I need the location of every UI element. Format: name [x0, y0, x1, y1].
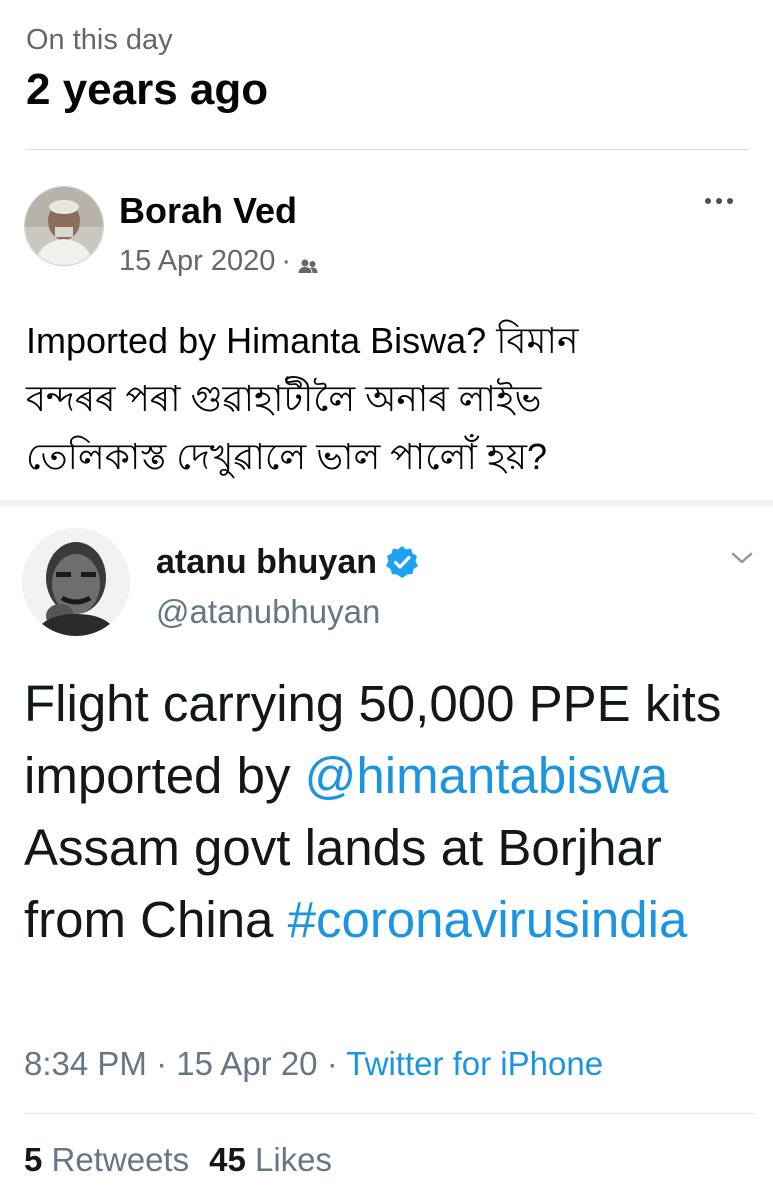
tweet-avatar[interactable]	[22, 528, 130, 636]
embed-divider	[0, 500, 773, 506]
memory-label: On this day	[26, 24, 173, 56]
post-text-line: তেলিকাস্ত দেখুৱালে ভাল পালোঁ হয়?	[26, 436, 548, 477]
meta-separator: ·	[326, 1045, 338, 1082]
retweets-count[interactable]: 5	[24, 1141, 42, 1178]
tweet-author-name[interactable]: atanu bhuyan	[156, 542, 419, 582]
hashtag-link[interactable]: #coronavirusindia	[288, 891, 688, 948]
post-header: Borah Ved 15 Apr 2020 ·	[24, 186, 749, 277]
chevron-down-icon[interactable]	[729, 548, 755, 568]
post-text-line: Imported by Himanta Biswa? বিমান	[26, 320, 579, 361]
tweet-date: 15 Apr 20	[176, 1045, 318, 1082]
memory-title: 2 years ago	[26, 65, 269, 114]
more-options-icon[interactable]	[697, 186, 741, 216]
divider	[26, 149, 749, 150]
divider	[24, 1113, 755, 1114]
post-text: Imported by Himanta Biswa? বিমান বন্দৰৰ …	[26, 312, 746, 486]
tweet-meta: 8:34 PM · 15 Apr 20 · Twitter for iPhone	[24, 1042, 603, 1086]
meta-separator: ·	[281, 245, 292, 277]
tweet-text: Flight carrying 50,000 PPE kits imported…	[24, 668, 754, 956]
tweet-author-name-text: atanu bhuyan	[156, 543, 378, 581]
post-meta: 15 Apr 2020 ·	[119, 244, 319, 278]
tweet-author-handle[interactable]: @atanubhuyan	[156, 592, 380, 632]
memory-header: On this day 2 years ago	[26, 22, 268, 116]
mention-link[interactable]: @himantabiswa	[305, 747, 669, 804]
tweet-stats: 5 Retweets 45 Likes	[24, 1138, 332, 1182]
tweet-header: atanu bhuyan @atanubhuyan	[22, 528, 757, 640]
post-text-line: বন্দৰৰ পৰা গুৱাহাটীলৈ অনাৰ লাইভ	[26, 378, 542, 419]
verified-icon	[385, 545, 419, 579]
retweets-label[interactable]: Retweets	[52, 1141, 190, 1178]
likes-label[interactable]: Likes	[255, 1141, 332, 1178]
author-name[interactable]: Borah Ved	[119, 190, 297, 232]
likes-count[interactable]: 45	[209, 1141, 246, 1178]
friends-icon	[297, 251, 319, 273]
post-date[interactable]: 15 Apr 2020	[119, 244, 275, 278]
meta-separator: ·	[156, 1045, 168, 1082]
tweet-source-link[interactable]: Twitter for iPhone	[346, 1045, 603, 1082]
tweet-time: 8:34 PM	[24, 1045, 147, 1082]
author-avatar[interactable]	[24, 186, 104, 266]
